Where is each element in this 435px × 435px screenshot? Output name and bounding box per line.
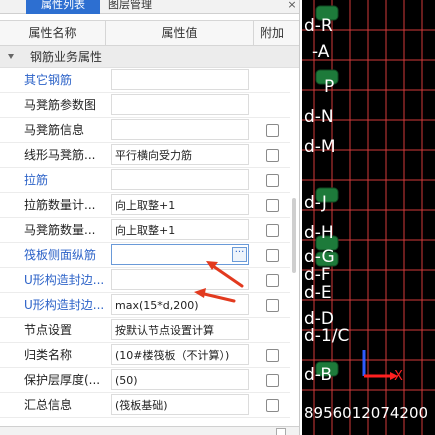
property-name: 保护层厚度(... [24, 373, 101, 387]
property-row[interactable]: 节点设置 按默认节点设置计算 [0, 318, 290, 343]
property-row[interactable]: 拉筋 [0, 168, 290, 193]
axis-label: d-E [304, 283, 332, 303]
property-value-field[interactable]: max(15*d,200) [111, 294, 249, 315]
property-name: 马凳筋参数图 [24, 98, 97, 112]
property-row[interactable]: 汇总信息 (筏板基础) [0, 393, 290, 418]
add-checkbox[interactable] [266, 249, 279, 262]
property-name[interactable]: 筏板侧面纵筋 [24, 243, 106, 267]
property-name: 线形马凳筋... [24, 148, 96, 162]
property-name: 汇总信息 [24, 398, 73, 412]
add-checkbox[interactable] [266, 124, 279, 137]
drawing-svg: d-R -A P d-N d-M d-J d-H d-G d-F d-E d-D… [302, 0, 435, 435]
panel-footer [0, 426, 299, 435]
property-row[interactable]: 拉筋数量计... 向上取整+1 [0, 193, 290, 218]
property-name[interactable]: U形构造封边... [24, 293, 106, 317]
column-header-value[interactable]: 属性值 [106, 21, 254, 45]
add-checkbox[interactable] [266, 399, 279, 412]
property-name: 节点设置 [24, 323, 73, 337]
property-value-field[interactable] [111, 169, 249, 190]
add-checkbox[interactable] [266, 224, 279, 237]
add-checkbox[interactable] [266, 299, 279, 312]
property-value-field[interactable] [111, 94, 249, 115]
property-row[interactable]: 线形马凳筋... 平行横向受力筋 [0, 143, 290, 168]
property-row[interactable]: 马凳筋参数图 [0, 93, 290, 118]
axis-label: d-N [304, 107, 334, 127]
drawing-canvas[interactable]: d-R -A P d-N d-M d-J d-H d-G d-F d-E d-D… [302, 0, 435, 435]
property-row[interactable]: 归类名称 (10#楼筏板（不计算）) [0, 343, 290, 368]
property-name[interactable]: 拉筋 [24, 168, 106, 192]
group-title: 钢筋业务属性 [30, 50, 103, 64]
property-name[interactable]: 其它钢筋 [24, 68, 106, 92]
property-value-field[interactable]: 向上取整+1 [111, 194, 249, 215]
property-row[interactable]: 马凳筋信息 [0, 118, 290, 143]
property-value-field[interactable]: (筏板基础) [111, 394, 249, 415]
collapse-arrow-icon[interactable] [8, 54, 14, 59]
property-value-field[interactable]: 向上取整+1 [111, 219, 249, 240]
axis-label: P [324, 77, 334, 97]
add-checkbox[interactable] [266, 199, 279, 212]
property-row[interactable]: 其它钢筋 [0, 68, 290, 93]
property-row[interactable]: U形构造封边... max(15*d,200) [0, 293, 290, 318]
property-value-field[interactable] [111, 244, 249, 265]
property-value-field[interactable]: (50) [111, 369, 249, 390]
property-value-field[interactable]: 按默认节点设置计算 [111, 319, 249, 340]
column-header-name[interactable]: 属性名称 [0, 21, 106, 45]
axis-label: d-F [304, 265, 331, 285]
add-checkbox[interactable] [266, 149, 279, 162]
axis-label: -A [312, 42, 330, 62]
property-row[interactable]: 保护层厚度(... (50) [0, 368, 290, 393]
vertical-scrollbar[interactable] [292, 198, 296, 273]
add-checkbox[interactable] [266, 349, 279, 362]
property-name: 拉筋数量计... [24, 198, 96, 212]
property-row[interactable]: 马凳筋数量... 向上取整+1 [0, 218, 290, 243]
panel-tabs: 属性列表 图层管理 × [0, 0, 299, 14]
axis-label: d-M [304, 137, 336, 157]
ellipsis-button[interactable]: ··· [232, 247, 247, 262]
ucs-axis-icon: X [362, 350, 403, 384]
axis-label: d-R [304, 16, 333, 36]
property-value-field[interactable] [111, 69, 249, 90]
property-name: 马凳筋信息 [24, 123, 85, 137]
axis-label: d-H [304, 223, 334, 243]
axis-label: d-1/C [304, 326, 349, 346]
property-value-field[interactable] [111, 269, 249, 290]
property-name: 马凳筋数量... [24, 223, 96, 237]
property-name[interactable]: U形构造封边... [24, 268, 106, 292]
tab-property-list[interactable]: 属性列表 [26, 0, 100, 14]
footer-button[interactable] [276, 428, 286, 435]
axis-label: d-J [304, 193, 327, 213]
ucs-x-label: X [394, 369, 403, 384]
close-icon[interactable]: × [286, 0, 298, 14]
axis-label: d-B [304, 365, 332, 385]
group-rebar-properties[interactable]: 钢筋业务属性 [0, 46, 299, 68]
property-value-field[interactable]: 平行横向受力筋 [111, 144, 249, 165]
axis-label: d-G [304, 247, 335, 267]
add-checkbox[interactable] [266, 374, 279, 387]
property-value-field[interactable]: (10#楼筏板（不计算）) [111, 344, 249, 365]
add-checkbox[interactable] [266, 274, 279, 287]
column-header-add[interactable]: 附加 [254, 21, 290, 45]
coordinate-text: 8956012074200 [304, 404, 428, 422]
table-header: 属性名称 属性值 附加 [0, 20, 299, 46]
property-panel: 属性列表 图层管理 × 属性名称 属性值 附加 钢筋业务属性 其它钢筋 马凳筋参… [0, 0, 300, 435]
property-value-field[interactable] [111, 119, 249, 140]
add-checkbox[interactable] [266, 174, 279, 187]
property-row[interactable]: U形构造封边... [0, 268, 290, 293]
tab-layer-management[interactable]: 图层管理 [104, 0, 164, 14]
property-name: 归类名称 [24, 348, 73, 362]
property-row[interactable]: 筏板侧面纵筋 ··· [0, 243, 290, 268]
